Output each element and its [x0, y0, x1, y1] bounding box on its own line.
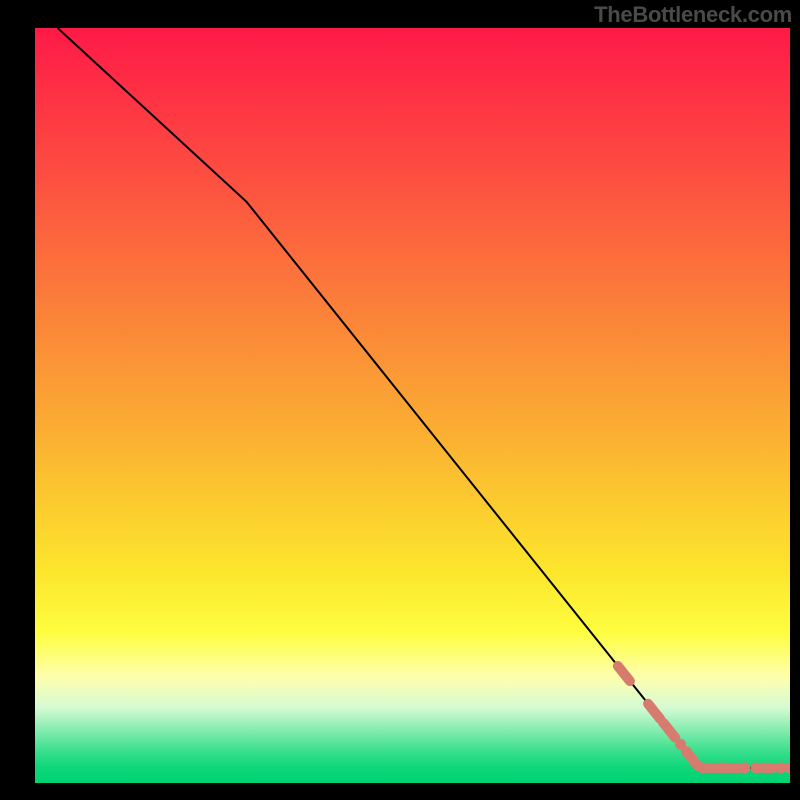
- plot-area: [35, 28, 790, 783]
- chart-frame: TheBottleneck.com: [0, 0, 800, 800]
- gradient-background: [35, 28, 790, 783]
- data-dot: [739, 762, 750, 773]
- chart-svg: [35, 28, 790, 783]
- watermark-text: TheBottleneck.com: [594, 2, 792, 28]
